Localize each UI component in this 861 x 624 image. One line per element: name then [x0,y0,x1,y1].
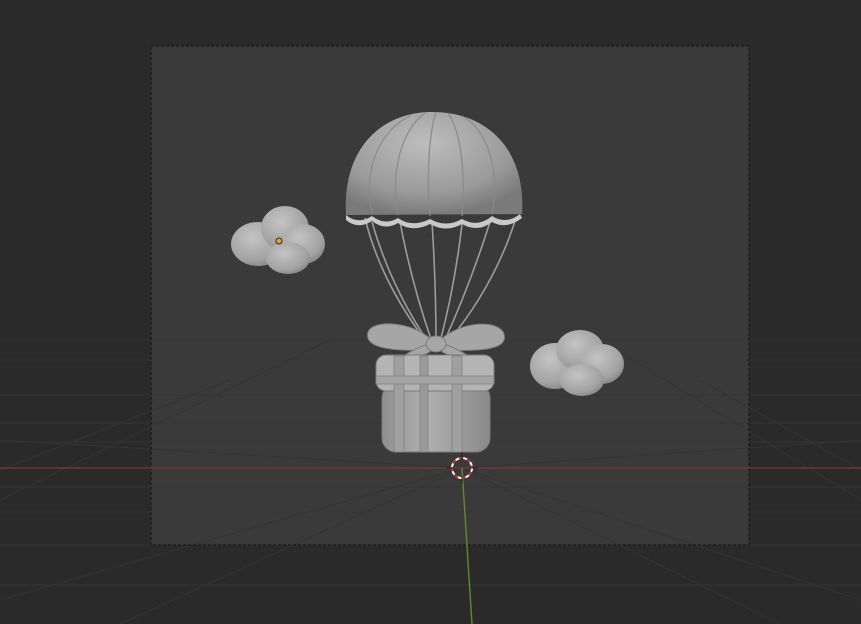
gift-box[interactable] [375,354,495,453]
3d-viewport[interactable] [0,0,861,624]
object-origin-dot[interactable] [275,237,283,245]
viewport-canvas[interactable] [0,0,861,624]
